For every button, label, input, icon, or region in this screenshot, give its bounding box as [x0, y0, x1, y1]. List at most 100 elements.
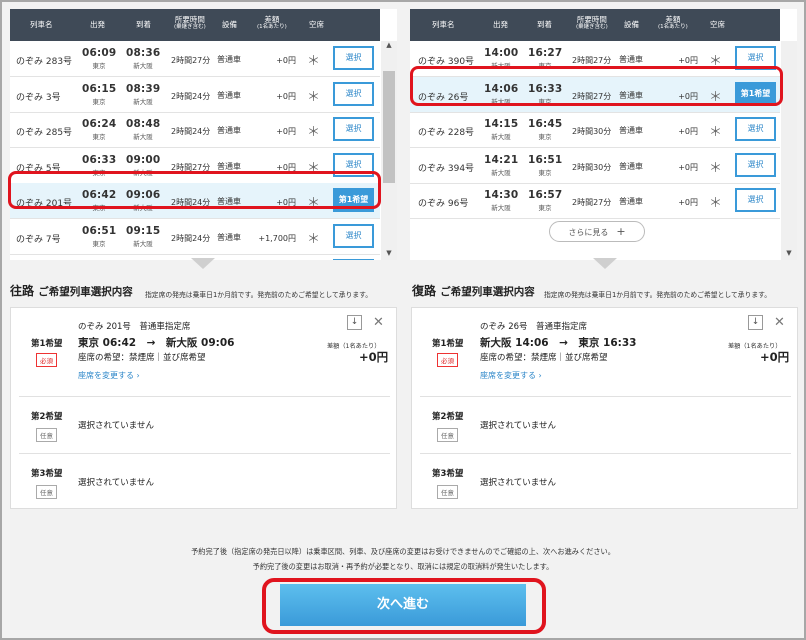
col-arrive: 到着	[537, 20, 552, 29]
scroll-down-arrow-icon[interactable]: ▼	[383, 249, 395, 257]
departure-time: 06:24	[82, 118, 117, 130]
down-pointer-icon	[191, 258, 215, 269]
select-button[interactable]: 選択	[735, 188, 776, 212]
facility: 普通車	[217, 232, 241, 242]
col-train: 列車名	[30, 20, 53, 29]
selected-route: 新大阪 14:06 → 東京 16:33	[480, 335, 636, 350]
col-diff-label: 差額	[665, 15, 681, 24]
col-arrive: 到着	[136, 20, 151, 29]
duration: 2時間30分	[572, 127, 612, 136]
arrival-time: 09:15	[126, 224, 161, 237]
select-button[interactable]: 選択	[333, 223, 374, 248]
select-button[interactable]: 選択	[333, 81, 374, 106]
seat-availability-icon: ＊	[307, 125, 321, 140]
departure-time: 06:09	[82, 47, 117, 59]
departure-time: 06:15	[82, 82, 117, 95]
seat-availability-icon: ＊	[307, 231, 321, 247]
train-name: のぞみ 96号	[418, 199, 469, 209]
change-seat-link[interactable]: 座席を変更する ›	[78, 370, 140, 381]
train-name: のぞみ 394号	[418, 163, 475, 174]
train-row[interactable]: のぞみ 283号 06:09 東京 08:36 新大阪 2時間27分 普通車 +0円 ＊ 選択	[10, 41, 380, 77]
col-facility: 設備	[624, 20, 639, 29]
train-row[interactable]: のぞみ 7号 06:51 東京 09:15 新大阪 2時間24分 普通車 +1,700円 ＊ 選択	[10, 219, 380, 255]
change-seat-link[interactable]: 座席を変更する ›	[480, 370, 542, 381]
col-diff-sub: (1名あたり)	[257, 24, 287, 31]
departure-time: 14:15	[484, 118, 519, 130]
col-diff: 差額 (1名あたり)	[257, 15, 287, 31]
arrow-icon: →	[559, 337, 568, 349]
route-to: 新大阪 09:06	[165, 337, 235, 349]
divider	[19, 453, 390, 454]
train-row[interactable]: のぞみ 285号 06:24 東京 08:48 新大阪 2時間24分 普通車 +0円 ＊ 選択	[10, 112, 380, 148]
move-down-icon[interactable]: ↓	[347, 315, 362, 330]
col-diff: 差額 (1名あたり)	[658, 15, 688, 31]
departure: 06:24 東京	[82, 112, 116, 141]
footer-note-1: 予約完了後（指定席の発売日以降）は乗車区間、列車、及び座席の変更はお受けできませ…	[191, 547, 615, 556]
train-name: のぞみ 283号	[16, 57, 73, 67]
departure: 06:51 東京	[82, 219, 116, 248]
down-pointer-icon	[593, 258, 617, 269]
departure: 14:15 新大阪	[484, 112, 518, 141]
duration: 2時間27分	[171, 56, 211, 65]
optional-badge: 任意	[437, 428, 458, 442]
departure-time: 06:51	[82, 224, 117, 237]
return-selection-highlight	[410, 66, 783, 106]
departure-station: 東京	[92, 97, 106, 106]
price-diff: +0円	[276, 56, 296, 65]
arrival: 08:36 新大阪	[126, 41, 160, 70]
departure-station: 東京	[92, 62, 106, 70]
optional-badge: 任意	[36, 485, 57, 499]
outbound-note: 指定席の発売は乗車日1か月前です。発売前のためご希望として承ります。	[145, 291, 373, 299]
train-row[interactable]: のぞみ 96号 14:30 新大阪 16:57 東京 2時間27分 普通車 +0円 ＊ 選択	[410, 183, 780, 219]
outbound-scroll-thumb[interactable]	[383, 71, 395, 183]
second-choice-label: 第2希望	[432, 412, 464, 422]
col-duration-label: 所要時間	[576, 15, 607, 24]
seat-availability-icon: ＊	[307, 54, 321, 69]
select-button[interactable]: 選択	[333, 117, 374, 141]
arrow-icon: →	[146, 337, 156, 349]
scroll-up-arrow-icon[interactable]: ▲	[383, 41, 395, 49]
select-button[interactable]: 選択	[333, 46, 374, 70]
close-icon[interactable]: ✕	[373, 315, 384, 330]
close-icon[interactable]: ✕	[774, 315, 785, 330]
arrival: 16:57 東京	[528, 183, 562, 212]
outbound-selection-highlight	[8, 171, 381, 209]
return-selection-card: 第1希望 必須 のぞみ 26号 普通車指定席 新大阪 14:06 → 東京 16…	[411, 307, 798, 509]
selected-route: 東京 06:42 → 新大阪 09:06	[78, 335, 234, 350]
select-button[interactable]: 選択	[735, 117, 776, 141]
arrival-time: 08:48	[126, 118, 161, 130]
duration: 2時間27分	[572, 56, 612, 65]
select-button[interactable]: 選択	[735, 152, 776, 177]
train-row[interactable]: のぞみ 394号 14:21 新大阪 16:51 東京 2時間30分 普通車 +0円 ＊ 選択	[410, 148, 780, 184]
return-scrollbar[interactable]	[781, 41, 797, 260]
first-choice-label: 第1希望	[31, 339, 63, 349]
facility: 普通車	[619, 55, 643, 64]
col-duration: 所要時間 (乗継ぎ含む)	[576, 15, 608, 31]
arrival-time: 16:45	[528, 118, 563, 130]
train-row[interactable]: のぞみ 228号 14:15 新大阪 16:45 東京 2時間30分 普通車 +0円 ＊ 選択	[410, 112, 780, 148]
departure-time: 14:21	[484, 153, 519, 166]
price-diff: +0円	[678, 162, 698, 172]
arrival-station: 東京	[538, 133, 552, 141]
outbound-train-table: 列車名 出発 到着 所要時間 (乗継ぎ含む) 設備 差額 (1名あたり) 空席 のぞ…	[10, 9, 397, 260]
train-row[interactable]: のぞみ 3号 06:15 東京 08:39 新大阪 2時間24分 普通車 +0円 ＊ 選択	[10, 77, 380, 113]
return-subheading: ご希望列車選択内容	[440, 286, 535, 298]
next-button-highlight	[262, 578, 546, 634]
col-depart: 出発	[90, 20, 105, 29]
arrival: 16:51 東京	[528, 148, 562, 177]
seat-availability-icon: ＊	[307, 89, 321, 105]
select-button[interactable]: 選択	[333, 259, 374, 260]
divider	[19, 396, 390, 397]
show-more-button[interactable]: さらに見る +	[549, 221, 645, 242]
col-duration-sub: (乗継ぎ含む)	[576, 24, 608, 31]
seat-availability-icon: ＊	[709, 125, 723, 140]
scroll-down-arrow-icon[interactable]: ▼	[783, 249, 795, 257]
second-choice-empty: 選択されていません	[480, 421, 556, 431]
price-diff: +0円	[678, 127, 698, 136]
arrival-time: 08:39	[126, 82, 161, 95]
move-down-icon[interactable]: ↓	[748, 315, 763, 330]
second-choice-empty: 選択されていません	[78, 421, 154, 431]
departure-time: 06:33	[82, 153, 117, 166]
outbound-heading-label: 往路	[10, 284, 35, 298]
duration: 2時間27分	[572, 198, 612, 207]
